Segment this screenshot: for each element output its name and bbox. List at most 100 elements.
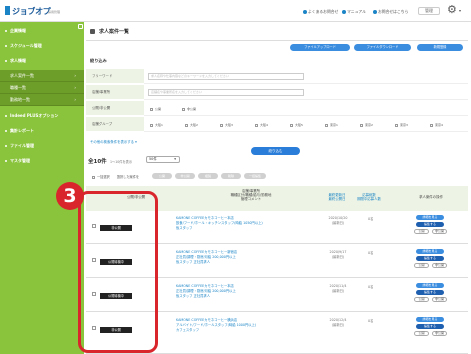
row-applicant-count: 0名 (368, 251, 374, 255)
row-updated-note: (最新日) (331, 255, 345, 259)
row-job-link[interactable]: 飲食/フード/ホール・キッチンスタッフ(時給 1050円以上) (176, 221, 263, 225)
sidebar-subitem-occupation-list[interactable]: 職種一覧 › (0, 82, 84, 94)
filter-heading: 絞り込み (90, 58, 107, 63)
row-store-link[interactable]: KAMONE COFFEEカモネコーヒー新宿店 (176, 250, 237, 254)
sidebar-item-schedule[interactable]: スケジュール管理 (0, 43, 84, 49)
row-applicant-count: 0名 (368, 217, 374, 221)
chevron-down-icon[interactable]: ▾ (459, 8, 461, 13)
edit-button[interactable]: 編集する (416, 324, 444, 329)
group-checkbox[interactable]: 大阪3 (220, 122, 233, 127)
bulk-actions: 一括選択 選択した案件を (92, 174, 139, 179)
publish-button[interactable]: 公開 (414, 229, 429, 234)
sidebar-item-master[interactable]: マスタ管理 (0, 158, 84, 164)
row-updated-date: 2020/12/4 (329, 318, 347, 322)
publish-button[interactable]: 公開 (414, 263, 429, 268)
publish-button[interactable]: 公開 (414, 297, 429, 302)
manual-link[interactable]: マニュアル (342, 9, 366, 15)
publish-button[interactable]: 公開 (414, 331, 429, 336)
row-store-link[interactable]: KAMONE COFFEEカモネコーヒー本店 (176, 284, 234, 288)
new-register-button[interactable]: 新規登録 (417, 44, 463, 51)
group-checkbox[interactable]: 大阪4 (255, 122, 268, 127)
row-store-link[interactable]: KAMONE COFFEEカモネコーヒー本店 (176, 216, 234, 220)
contact-link[interactable]: お問合せはこちら (373, 9, 408, 15)
sidebar-subitem-job-list[interactable]: 求人案件一覧 › (0, 70, 84, 82)
row-store-link[interactable]: KAMONE COFFEEカモネコーヒー横浜店 (176, 318, 237, 322)
detail-button[interactable]: 詳細を見る (416, 249, 444, 254)
question-icon (303, 10, 307, 14)
result-count: 全10件 (88, 159, 107, 165)
gear-icon[interactable]: ⚙ (447, 4, 457, 15)
filter-row-publish: 公開 非公開 (144, 101, 468, 116)
bulk-edit-button[interactable]: 一括編集 (244, 173, 266, 179)
row-applicant-count: 0名 (368, 285, 374, 289)
user-menu[interactable]: 管理 (418, 7, 440, 15)
edit-button[interactable]: 編集する (416, 256, 444, 261)
filter-row-keyword: 求人名称や仕事内容などのキーワードを入力してください (144, 69, 468, 84)
edit-button[interactable]: 編集する (416, 222, 444, 227)
sidebar-item-jobs[interactable]: 求人情報 (0, 58, 84, 64)
page-title: 求人案件一覧 (99, 29, 130, 35)
result-range: 1〜10件を表示 (110, 160, 133, 164)
mail-icon (373, 10, 377, 14)
unpublish-button[interactable]: 非公開 (432, 229, 447, 234)
per-page-select[interactable]: 50件 ▾ (146, 156, 180, 163)
bulk-delete-button[interactable]: 削除 (221, 173, 241, 179)
chevron-down-icon: ▾ (174, 157, 176, 161)
sidebar-item-indeed[interactable]: Indeed PLUSオプション (0, 113, 84, 119)
highlight-box (78, 191, 158, 353)
filter-label-group: 店舗グループ (86, 117, 144, 132)
row-comment: 仮スタッフ 正社員求人 (176, 294, 211, 298)
detail-button[interactable]: 詳細を見る (416, 317, 444, 322)
group-checkbox[interactable]: 東京2 (360, 122, 373, 127)
row-job-link[interactable]: 正社員/調理・厨房/月給 200,000円以上 (176, 289, 236, 293)
filter-label-store: 店舗/事業所 (86, 85, 144, 100)
unpublish-button[interactable]: 非公開 (432, 331, 447, 336)
detail-button[interactable]: 詳細を見る (416, 215, 444, 220)
row-updated-note: (最新日) (331, 323, 345, 327)
filter-row-group: 大阪1 大阪2 大阪3 大阪4 大阪5 東京1 東京2 東京3 東京4 (144, 117, 468, 132)
more-conditions-link[interactable]: その他の検索条件を表示する ▾ (90, 139, 137, 144)
sidebar-item-report[interactable]: 集計レポート (0, 128, 84, 134)
faq-link[interactable]: よくあるお問合せ (303, 9, 338, 15)
bulk-public-button[interactable]: 公開 (152, 173, 172, 179)
collapse-icon[interactable] (78, 24, 83, 29)
book-icon (342, 10, 346, 14)
publish-checkbox-private[interactable]: 非公開 (182, 106, 196, 111)
row-comment: 仮スタッフ (176, 226, 193, 230)
row-job-link[interactable]: アルバイト/フード/ホールスタッフ(時給 1000円以上) (176, 323, 256, 327)
logo-icon (5, 6, 10, 15)
row-comment: 仮スタッフ 正社員求人 (176, 260, 211, 264)
col-header-applicants: 応募総数 期間中応募人数 (357, 193, 381, 202)
group-checkbox[interactable]: 大阪1 (150, 122, 163, 127)
bulk-private-button[interactable]: 非公開 (175, 173, 195, 179)
select-all-checkbox[interactable] (92, 175, 95, 179)
group-checkbox[interactable]: 大阪5 (290, 122, 303, 127)
row-job-link[interactable]: 正社員/調理・厨房/月給 200,000円以上 (176, 255, 236, 259)
file-upload-button[interactable]: ファイルアップロード (290, 44, 350, 51)
unpublish-button[interactable]: 非公開 (432, 297, 447, 302)
group-checkbox[interactable]: 東京4 (430, 122, 443, 127)
sidebar-item-files[interactable]: ファイル管理 (0, 143, 84, 149)
publish-checkbox-public[interactable]: 公開 (150, 106, 161, 111)
row-updated-note: (最新日) (331, 221, 345, 225)
row-applicant-count: 0名 (368, 319, 374, 323)
logo-subtitle: 採用管理 (48, 10, 61, 14)
detail-button[interactable]: 詳細を見る (416, 283, 444, 288)
bulk-duplicate-button[interactable]: 複製 (198, 173, 218, 179)
group-checkbox[interactable]: 大阪2 (185, 122, 198, 127)
group-checkbox[interactable]: 東京3 (395, 122, 408, 127)
store-input[interactable]: 店舗名や事業所名を入力してください (148, 89, 304, 96)
edit-button[interactable]: 編集する (416, 290, 444, 295)
col-header-dates: 最終更新日 最終公開日 (328, 193, 346, 202)
sidebar-item-company[interactable]: 企業情報 (0, 28, 84, 34)
col-header-actions: 求人案件の操作 (419, 195, 443, 199)
file-download-button[interactable]: ファイルダウンロード (354, 44, 411, 51)
unpublish-button[interactable]: 非公開 (432, 263, 447, 268)
document-icon (90, 29, 95, 34)
row-updated-date: 2020/9/17 (329, 250, 347, 254)
filter-submit-button[interactable]: 絞り込む (251, 147, 300, 155)
col-header-details: 店舗/事業所 職種区分/職種/給与/勤務地 管理コメント (230, 189, 272, 202)
group-checkbox[interactable]: 東京1 (325, 122, 338, 127)
sidebar-subitem-location-list[interactable]: 勤務地一覧 › (0, 94, 84, 106)
keyword-input[interactable]: 求人名称や仕事内容などのキーワードを入力してください (148, 73, 304, 80)
